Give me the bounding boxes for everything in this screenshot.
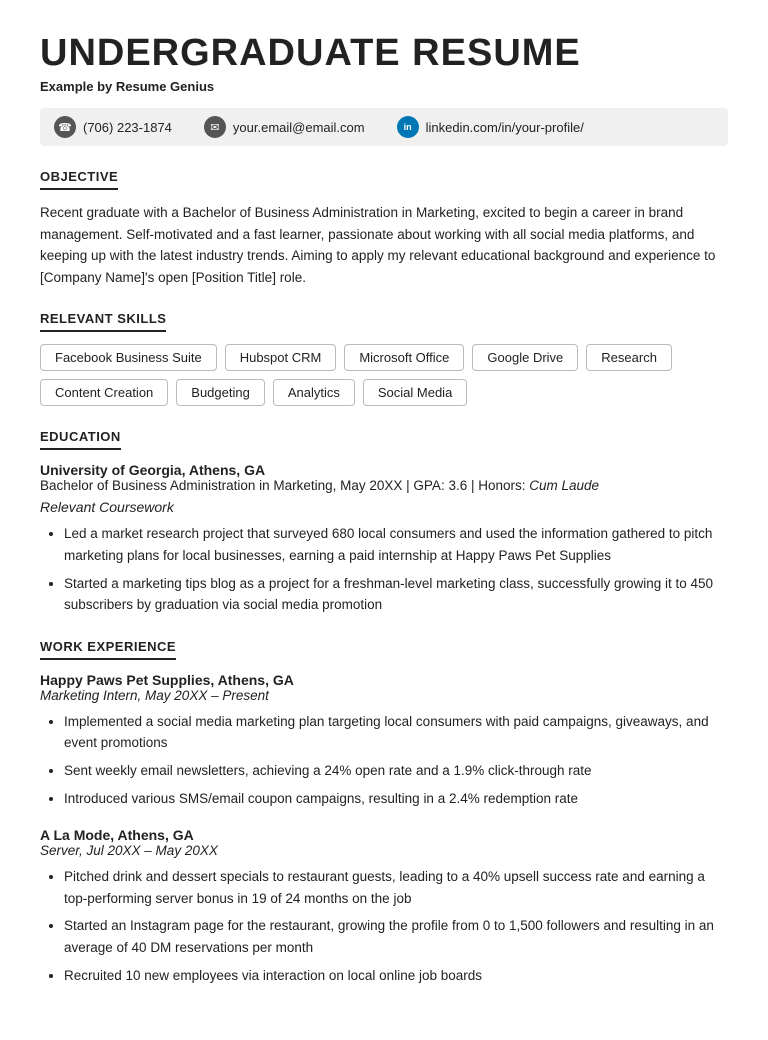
- skill-badge: Hubspot CRM: [225, 344, 337, 371]
- phone-icon: ☎: [54, 116, 76, 138]
- coursework-list: Led a market research project that surve…: [64, 523, 728, 615]
- list-item: Sent weekly email newsletters, achieving…: [64, 760, 728, 782]
- list-item: Led a market research project that surve…: [64, 523, 728, 566]
- skill-badge: Social Media: [363, 379, 467, 406]
- work-bullet-list: Implemented a social media marketing pla…: [64, 711, 728, 809]
- work-heading: Work Experience: [40, 639, 176, 660]
- school-name: University of Georgia, Athens, GA: [40, 462, 728, 478]
- resume-title: Undergraduate Resume: [40, 32, 728, 75]
- work-section: Work Experience Happy Paws Pet Supplies,…: [40, 638, 728, 986]
- skill-badge: Facebook Business Suite: [40, 344, 217, 371]
- degree-info: Bachelor of Business Administration in M…: [40, 478, 728, 493]
- linkedin-icon: in: [397, 116, 419, 138]
- list-item: Introduced various SMS/email coupon camp…: [64, 788, 728, 810]
- skill-badge: Analytics: [273, 379, 355, 406]
- company-name: A La Mode, Athens, GA: [40, 827, 728, 843]
- education-entry: University of Georgia, Athens, GABachelo…: [40, 462, 728, 615]
- list-item: Recruited 10 new employees via interacti…: [64, 965, 728, 987]
- list-item: Pitched drink and dessert specials to re…: [64, 866, 728, 909]
- list-item: Implemented a social media marketing pla…: [64, 711, 728, 754]
- contact-phone: ☎ (706) 223-1874: [54, 116, 172, 138]
- skill-badge: Content Creation: [40, 379, 168, 406]
- job-title: Marketing Intern, May 20XX – Present: [40, 688, 728, 703]
- education-section: Education University of Georgia, Athens,…: [40, 428, 728, 615]
- objective-text: Recent graduate with a Bachelor of Busin…: [40, 202, 728, 288]
- work-bullet-list: Pitched drink and dessert specials to re…: [64, 866, 728, 986]
- work-entry: A La Mode, Athens, GAServer, Jul 20XX – …: [40, 827, 728, 986]
- contact-linkedin: in linkedin.com/in/your-profile/: [397, 116, 584, 138]
- skills-grid: Facebook Business Suite Hubspot CRM Micros…: [40, 344, 728, 406]
- skills-heading: Relevant Skills: [40, 311, 166, 332]
- skill-badge: Microsoft Office: [344, 344, 464, 371]
- skill-badge: Research: [586, 344, 672, 371]
- company-name: Happy Paws Pet Supplies, Athens, GA: [40, 672, 728, 688]
- phone-number: (706) 223-1874: [83, 120, 172, 135]
- skills-section: Relevant Skills Facebook Business Suite H…: [40, 310, 728, 406]
- objective-section: Objective Recent graduate with a Bachelo…: [40, 168, 728, 288]
- education-heading: Education: [40, 429, 121, 450]
- coursework-label: Relevant Coursework: [40, 499, 728, 515]
- skill-badge: Budgeting: [176, 379, 265, 406]
- resume-subtitle: Example by Resume Genius: [40, 79, 728, 94]
- email-address: your.email@email.com: [233, 120, 365, 135]
- skill-badge: Google Drive: [472, 344, 578, 371]
- objective-heading: Objective: [40, 169, 118, 190]
- list-item: Started an Instagram page for the restau…: [64, 915, 728, 958]
- list-item: Started a marketing tips blog as a proje…: [64, 573, 728, 616]
- job-title: Server, Jul 20XX – May 20XX: [40, 843, 728, 858]
- linkedin-url: linkedin.com/in/your-profile/: [426, 120, 584, 135]
- email-icon: ✉: [204, 116, 226, 138]
- work-entry: Happy Paws Pet Supplies, Athens, GAMarke…: [40, 672, 728, 809]
- contact-bar: ☎ (706) 223-1874 ✉ your.email@email.com …: [40, 108, 728, 146]
- contact-email: ✉ your.email@email.com: [204, 116, 365, 138]
